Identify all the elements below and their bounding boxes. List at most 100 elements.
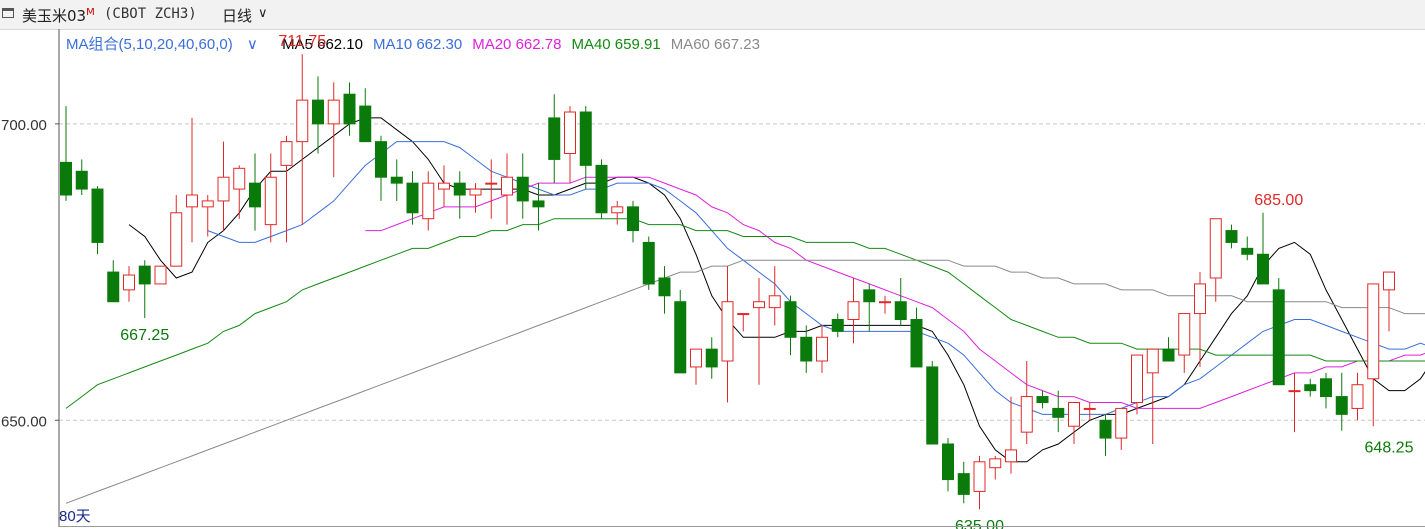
extreme-label-1: 667.25 (120, 327, 169, 344)
candle-80[interactable] (1320, 372, 1332, 409)
period-selector[interactable]: 日线 (222, 5, 252, 26)
candle-10[interactable] (217, 141, 230, 231)
candle-body (642, 241, 655, 285)
candle-37[interactable] (642, 236, 655, 290)
candle-31[interactable] (548, 94, 561, 184)
candle-17[interactable] (327, 82, 340, 178)
candle-29[interactable] (516, 153, 529, 219)
candle-59[interactable] (989, 455, 1002, 480)
candle-55[interactable] (926, 361, 939, 445)
candle-66[interactable] (1099, 414, 1112, 456)
candle-49[interactable] (831, 313, 844, 338)
candle-73[interactable] (1209, 218, 1222, 302)
candle-body (1194, 283, 1206, 315)
candle-43[interactable] (737, 313, 750, 332)
candle-84[interactable] (1383, 271, 1395, 332)
candle-41[interactable] (705, 337, 718, 379)
candle-79[interactable] (1304, 378, 1317, 397)
candle-40[interactable] (690, 348, 702, 385)
candle-6[interactable] (154, 265, 167, 285)
candle-47[interactable] (800, 325, 813, 373)
candle-53[interactable] (894, 278, 907, 326)
candle-77[interactable] (1272, 278, 1285, 386)
candle-12[interactable] (249, 153, 261, 231)
candle-50[interactable] (847, 278, 860, 344)
candle-57[interactable] (957, 461, 970, 504)
candle-14[interactable] (280, 135, 293, 243)
candle-25[interactable] (453, 171, 466, 219)
candle-body (406, 182, 419, 214)
candle-83[interactable] (1367, 283, 1380, 427)
candle-22[interactable] (406, 171, 419, 225)
candle-62[interactable] (1036, 390, 1049, 409)
candle-18[interactable] (343, 82, 356, 136)
candle-51[interactable] (863, 283, 876, 332)
candle-28[interactable] (501, 153, 513, 225)
candle-48[interactable] (816, 325, 828, 373)
candle-54[interactable] (910, 307, 923, 368)
candle-76[interactable] (1257, 212, 1269, 285)
candle-4[interactable] (123, 266, 135, 302)
candle-1[interactable] (75, 159, 88, 195)
instrument-name: 美玉米03 (22, 7, 87, 25)
candle-36[interactable] (627, 200, 639, 243)
candle-21[interactable] (390, 159, 403, 201)
candle-7[interactable] (170, 195, 183, 267)
candle-39[interactable] (674, 289, 687, 374)
candle-body (280, 141, 293, 166)
candle-body (201, 200, 214, 208)
candle-74[interactable] (1225, 224, 1238, 249)
candle-68[interactable] (1131, 354, 1143, 415)
candle-45[interactable] (768, 266, 781, 326)
candle-19[interactable] (359, 88, 372, 143)
period-chevron-down-icon[interactable]: ∨ (258, 6, 268, 21)
candle-46[interactable] (784, 295, 797, 356)
candle-82[interactable] (1351, 372, 1364, 421)
candle-78[interactable] (1288, 372, 1301, 433)
candle-75[interactable] (1241, 236, 1254, 261)
candle-44[interactable] (753, 278, 765, 385)
candle-72[interactable] (1194, 272, 1206, 367)
candle-body (548, 117, 561, 160)
candle-58[interactable] (973, 455, 986, 510)
candle-24[interactable] (438, 165, 450, 207)
candle-64[interactable] (1068, 402, 1080, 445)
candle-67[interactable] (1115, 407, 1128, 450)
candle-9[interactable] (201, 195, 214, 237)
candle-71[interactable] (1178, 313, 1191, 373)
candle-65[interactable] (1083, 402, 1096, 421)
candle-16[interactable] (312, 76, 324, 154)
window-icon[interactable] (2, 8, 14, 18)
candle-56[interactable] (942, 438, 954, 492)
candle-33[interactable] (579, 106, 592, 190)
candle-5[interactable] (138, 260, 151, 319)
candle-body (894, 301, 907, 321)
candle-81[interactable] (1335, 372, 1348, 431)
candlestick-chart[interactable]: 711.75 667.25 685.00 635.00 648.25 700.00 650… (0, 29, 1425, 529)
candle-42[interactable] (721, 266, 734, 403)
candle-35[interactable] (611, 200, 624, 225)
candle-70[interactable] (1162, 337, 1175, 362)
candle-8[interactable] (186, 117, 198, 243)
candle-26[interactable] (469, 183, 482, 213)
candle-body (768, 295, 781, 309)
candle-body (957, 473, 970, 495)
candle-23[interactable] (422, 171, 435, 231)
candle-38[interactable] (658, 266, 671, 314)
candle-0[interactable] (60, 106, 72, 201)
candle-20[interactable] (375, 135, 387, 201)
candle-34[interactable] (595, 159, 608, 219)
candle-body (831, 319, 844, 332)
candle-32[interactable] (564, 106, 576, 184)
candle-body (753, 301, 765, 309)
candle-body (1351, 384, 1364, 409)
candle-61[interactable] (1020, 361, 1033, 444)
candle-2[interactable] (91, 186, 104, 255)
candle-52[interactable] (879, 295, 891, 314)
candle-15[interactable] (296, 54, 309, 225)
candle-11[interactable] (233, 165, 246, 219)
candle-13[interactable] (264, 153, 277, 243)
candle-body (989, 458, 1002, 469)
candle-3[interactable] (107, 260, 120, 303)
candle-60[interactable] (1005, 396, 1017, 474)
